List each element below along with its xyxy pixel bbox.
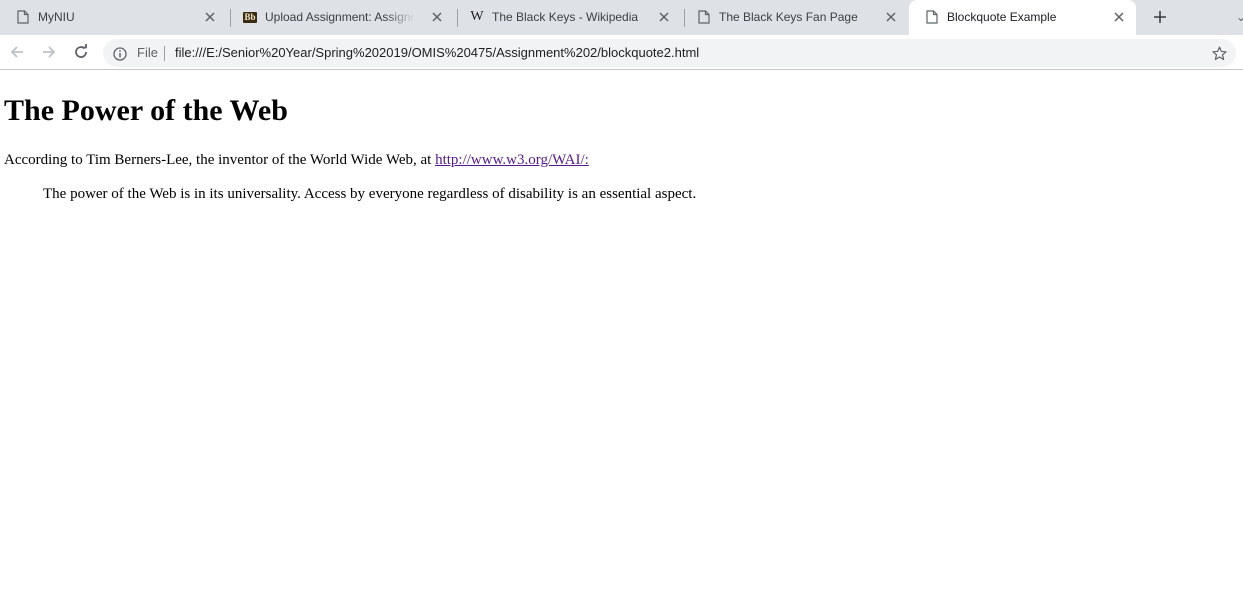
address-bar[interactable]: File file:///E:/Senior%20Year/Spring%202…	[103, 39, 1236, 67]
intro-text: According to Tim Berners-Lee, the invent…	[4, 152, 436, 168]
reload-button[interactable]	[71, 42, 91, 62]
page-icon	[697, 10, 711, 24]
tab-myniu[interactable]: MyNIU	[0, 0, 227, 35]
intro-paragraph: According to Tim Berners-Lee, the invent…	[4, 151, 589, 169]
tab-strip: MyNIU Bb Upload Assignment: Assignment W…	[0, 0, 1243, 35]
new-tab-button[interactable]	[1148, 6, 1172, 28]
forward-arrow-icon	[43, 46, 56, 58]
blockquote: The power of the Web is in its universal…	[43, 186, 697, 202]
url-text[interactable]: file:///E:/Senior%20Year/Spring%202019/O…	[175, 45, 699, 61]
back-arrow-icon	[10, 46, 23, 58]
page-icon	[16, 10, 30, 24]
wikipedia-icon: W	[470, 9, 484, 24]
page-heading: The Power of the Web	[4, 94, 288, 127]
scheme-label: File	[137, 45, 158, 60]
tab-blockquote-example[interactable]: Blockquote Example	[909, 0, 1136, 35]
info-icon[interactable]	[112, 46, 128, 62]
back-button[interactable]	[7, 42, 27, 62]
close-icon[interactable]	[430, 10, 444, 24]
close-icon[interactable]	[203, 10, 217, 24]
tab-title: Upload Assignment: Assignment	[265, 10, 415, 24]
tab-upload-assignment[interactable]: Bb Upload Assignment: Assignment	[227, 0, 454, 35]
forward-button[interactable]	[39, 42, 59, 62]
blackboard-icon: Bb	[243, 11, 257, 23]
close-icon[interactable]	[884, 10, 898, 24]
w3c-wai-link[interactable]: http://www.w3.org/WAI/:	[435, 152, 589, 168]
reload-icon	[75, 44, 87, 58]
tab-black-keys-fan-page[interactable]: The Black Keys Fan Page	[681, 0, 908, 35]
page-icon	[925, 10, 939, 24]
plus-icon	[1154, 11, 1166, 23]
tab-black-keys-wikipedia[interactable]: W The Black Keys - Wikipedia	[454, 0, 681, 35]
star-icon[interactable]	[1211, 45, 1227, 61]
tab-title: MyNIU	[38, 10, 75, 24]
close-icon[interactable]	[657, 10, 671, 24]
page-content: The Power of the Web According to Tim Be…	[0, 71, 1243, 615]
address-divider	[164, 46, 165, 61]
browser-toolbar: File file:///E:/Senior%20Year/Spring%202…	[0, 35, 1243, 70]
close-icon[interactable]	[1112, 10, 1126, 24]
tab-title: The Black Keys Fan Page	[719, 10, 858, 24]
tab-title: Blockquote Example	[947, 10, 1057, 24]
tab-title: The Black Keys - Wikipedia	[492, 10, 639, 24]
tab-overflow-edge: ⌄	[1236, 10, 1243, 24]
